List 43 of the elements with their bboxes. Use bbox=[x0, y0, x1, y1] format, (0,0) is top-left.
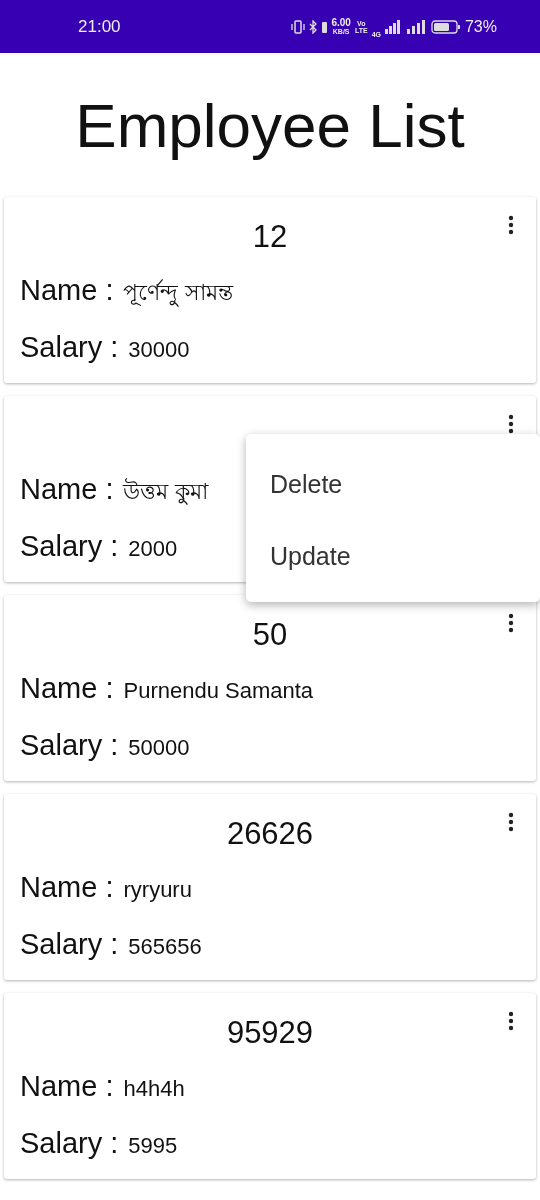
name-label: Name : bbox=[20, 274, 114, 307]
employee-salary: 30000 bbox=[128, 337, 190, 363]
employee-id: 50 bbox=[252, 617, 288, 652]
name-label: Name : bbox=[20, 473, 114, 506]
employee-name: উত্তম কুমা bbox=[123, 477, 208, 507]
employee-name: Purnendu Samanta bbox=[123, 678, 314, 704]
employee-card[interactable]: 95929 Name : h4h4h Salary : 5995 bbox=[4, 993, 536, 1179]
salary-label: Salary : bbox=[20, 1127, 119, 1160]
signal-icon bbox=[404, 19, 427, 34]
more-options-icon[interactable] bbox=[508, 1011, 514, 1031]
employee-name: পূর্ণেন্দু সামন্ত bbox=[123, 278, 233, 309]
more-options-icon[interactable] bbox=[508, 613, 514, 633]
employee-name: ryryuru bbox=[123, 877, 192, 903]
vibrate-icon bbox=[291, 19, 306, 34]
more-options-icon[interactable] bbox=[508, 812, 514, 832]
name-label: Name : bbox=[20, 871, 114, 904]
employee-card[interactable]: 50 Name : Purnendu Samanta Salary : 50000 bbox=[4, 595, 536, 781]
signal-icon bbox=[384, 19, 401, 34]
more-options-icon[interactable] bbox=[508, 215, 514, 235]
employee-card[interactable]: 26626 Name : ryryuru Salary : 565656 bbox=[4, 794, 536, 980]
employee-id: 95929 bbox=[226, 1015, 314, 1050]
battery-icon bbox=[430, 19, 461, 34]
salary-label: Salary : bbox=[20, 729, 119, 762]
clock-time: 21:00 bbox=[78, 16, 121, 37]
salary-label: Salary : bbox=[20, 928, 119, 961]
bluetooth-icon bbox=[309, 19, 319, 34]
employee-name: h4h4h bbox=[123, 1076, 185, 1102]
employee-salary: 565656 bbox=[128, 934, 202, 960]
employee-card[interactable]: 12 Name : পূর্ণেন্দু সামন্ত Salary : 30000 bbox=[4, 197, 536, 383]
employee-id: 26626 bbox=[226, 816, 314, 851]
employee-salary: 2000 bbox=[128, 536, 178, 562]
page-title: Employee List bbox=[74, 89, 466, 162]
employee-id: 12 bbox=[252, 219, 288, 254]
name-label: Name : bbox=[20, 1070, 114, 1103]
employee-salary: 50000 bbox=[128, 735, 190, 761]
salary-label: Salary : bbox=[20, 530, 119, 563]
battery-percent: 73% bbox=[464, 17, 497, 36]
network-speed: 6.00 bbox=[331, 18, 351, 28]
battery-saver-icon bbox=[322, 20, 328, 33]
employee-salary: 5995 bbox=[128, 1133, 178, 1159]
name-label: Name : bbox=[20, 672, 114, 705]
more-options-icon[interactable] bbox=[508, 414, 514, 434]
salary-label: Salary : bbox=[20, 331, 119, 364]
